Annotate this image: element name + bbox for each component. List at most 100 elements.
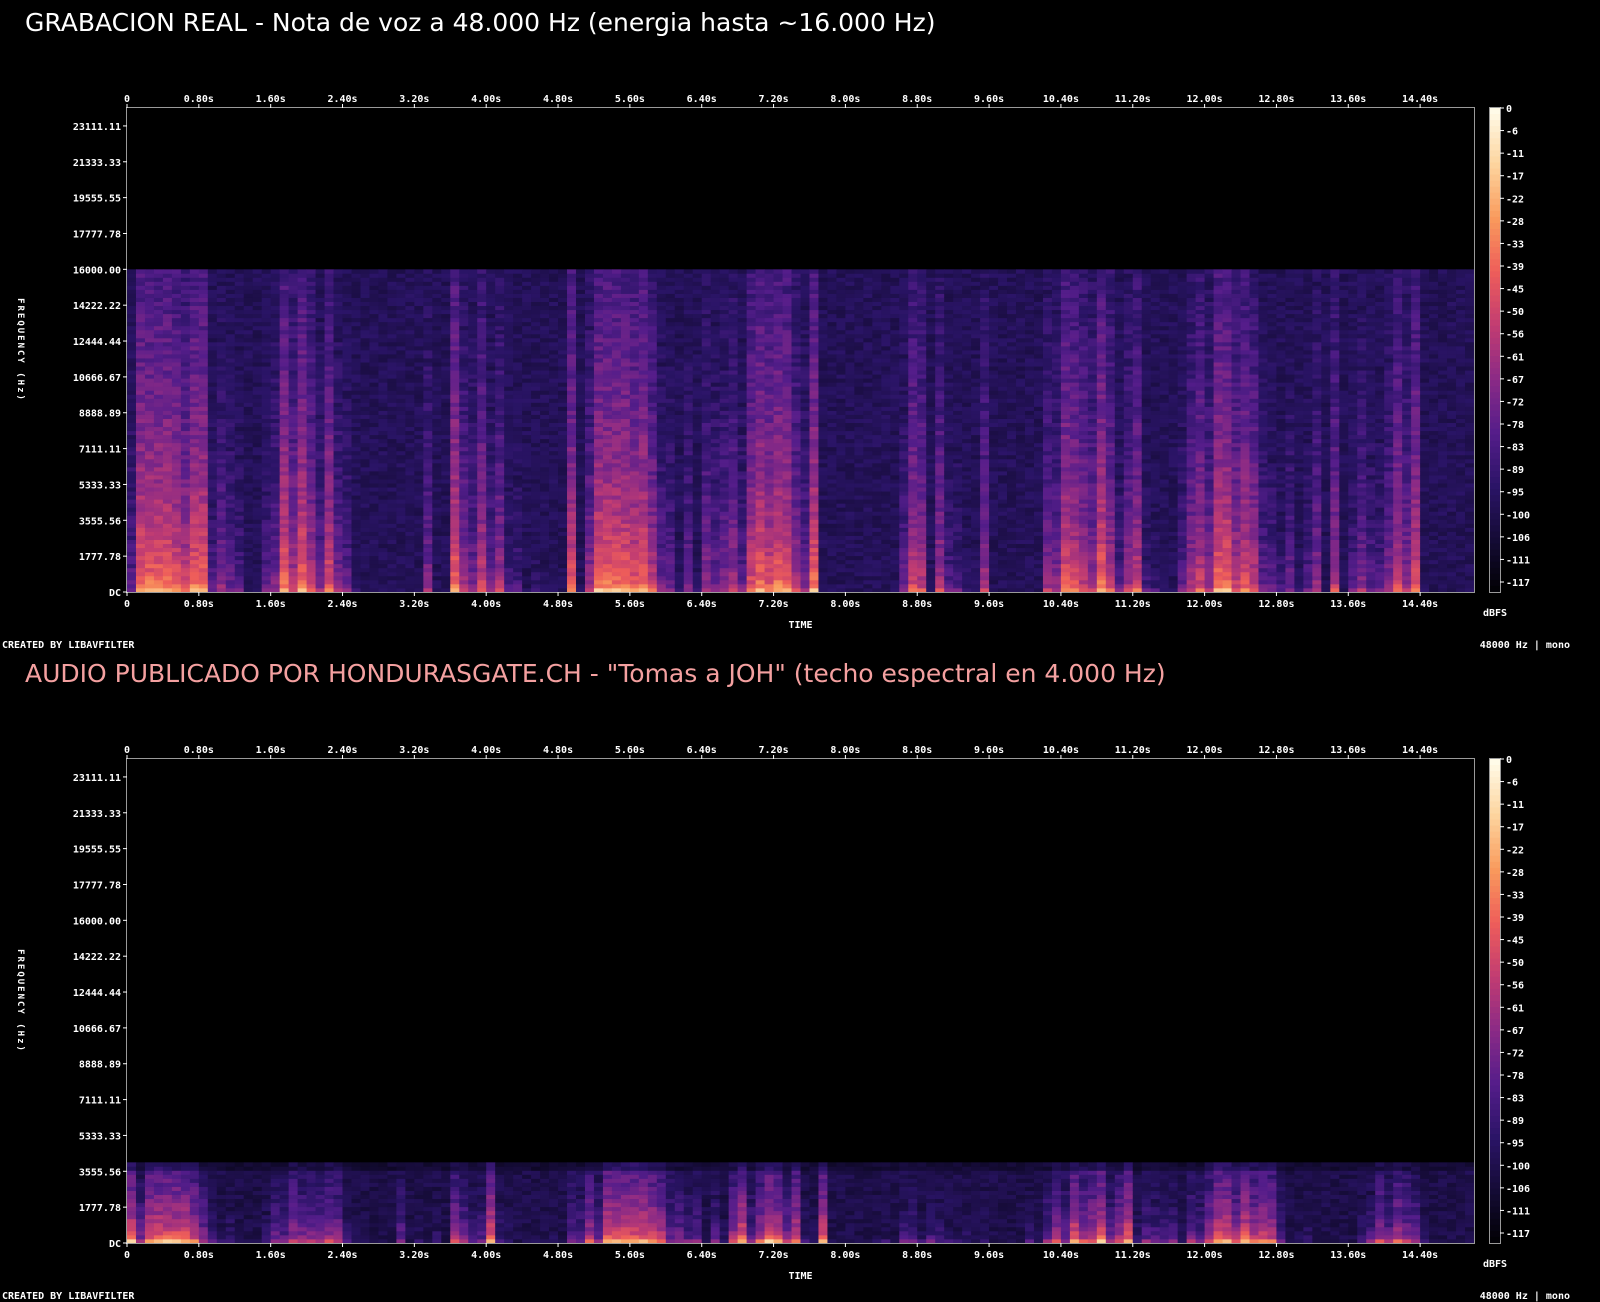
colorbar-tick-label: -56	[1506, 330, 1524, 341]
colorbar-tick-label: -106	[1506, 1184, 1530, 1195]
y-tick-label: 21333.33	[73, 158, 121, 169]
colorbar-tick-label: -22	[1506, 194, 1524, 205]
x-tick-label-bottom: 12.80s	[1258, 599, 1294, 610]
colorbar-tick-label: -56	[1506, 981, 1524, 992]
x-tick-label-bottom: 10.40s	[1043, 1250, 1079, 1261]
colorbar-tick-label: -95	[1506, 1139, 1524, 1150]
y-tick-label: 10666.67	[73, 373, 121, 384]
x-tick-label-bottom: 8.00s	[830, 1250, 860, 1261]
y-tick-label: 12444.44	[73, 988, 121, 999]
x-tick-label-top: 12.80s	[1258, 94, 1294, 105]
colorbar-tick-label: -72	[1506, 397, 1524, 408]
x-tick-label-bottom: 7.20s	[759, 599, 789, 610]
colorbar-tick-label: -111	[1506, 555, 1530, 566]
x-tick-label-top: 12.00s	[1187, 94, 1223, 105]
x-tick-label-bottom: 0	[124, 599, 130, 610]
colorbar-tick-label: -50	[1506, 307, 1524, 318]
colorbar-tick-label: -6	[1506, 127, 1518, 138]
x-tick-label-top: 2.40s	[327, 745, 357, 756]
y-tick-label: 16000.00	[73, 916, 121, 927]
x-tick-label-bottom: 12.00s	[1187, 1250, 1223, 1261]
colorbar-tick-label: -78	[1506, 420, 1524, 431]
x-tick-label-top: 10.40s	[1043, 745, 1079, 756]
footer-credit: CREATED BY LIBAVFILTER	[2, 640, 135, 651]
x-tick-label-top: 4.80s	[543, 94, 573, 105]
x-tick-label-top: 4.80s	[543, 745, 573, 756]
x-tick-label-bottom: 8.80s	[902, 599, 932, 610]
x-tick-label-bottom: 14.40s	[1402, 1250, 1438, 1261]
x-axis-label: TIME	[788, 1271, 812, 1282]
x-tick-label-bottom: 7.20s	[759, 1250, 789, 1261]
y-tick-label: 5333.33	[79, 480, 121, 491]
x-tick-label-top: 1.60s	[256, 745, 286, 756]
y-tick-label: 21333.33	[73, 809, 121, 820]
footer-audio-info: 48000 Hz | mono	[1480, 640, 1570, 651]
x-tick-label-bottom: 0.80s	[184, 599, 214, 610]
colorbar-tick-label: -22	[1506, 845, 1524, 856]
y-tick-label: 7111.11	[79, 445, 121, 456]
colorbar-tick-label: -11	[1506, 800, 1524, 811]
x-tick-label-top: 3.20s	[399, 745, 429, 756]
colorbar-tick-label: -78	[1506, 1071, 1524, 1082]
colorbar-tick-label: -17	[1506, 172, 1524, 183]
colorbar-tick-label: -33	[1506, 239, 1524, 250]
x-tick-label-bottom: 4.80s	[543, 599, 573, 610]
spectrogram-image	[127, 1162, 1475, 1244]
spectrogram-panel-published: AUDIO PUBLICADO POR HONDURASGATE.CH - "T…	[0, 651, 1600, 1302]
x-tick-label-bottom: 10.40s	[1043, 599, 1079, 610]
colorbar	[1490, 759, 1500, 1244]
x-tick-label-top: 8.80s	[902, 745, 932, 756]
colorbar-tick-label: -117	[1506, 1229, 1530, 1240]
x-tick-label-bottom: 0	[124, 1250, 130, 1261]
x-tick-label-top: 0.80s	[184, 745, 214, 756]
x-tick-label-top: 1.60s	[256, 94, 286, 105]
y-tick-label: 8888.89	[79, 1060, 121, 1071]
x-tick-label-bottom: 8.00s	[830, 599, 860, 610]
x-tick-label-top: 5.60s	[615, 745, 645, 756]
x-tick-label-bottom: 13.60s	[1330, 599, 1366, 610]
x-tick-label-top: 0	[124, 94, 130, 105]
x-tick-label-top: 12.80s	[1258, 745, 1294, 756]
y-tick-label: DC	[109, 1239, 121, 1250]
y-tick-label: 19555.55	[73, 845, 121, 856]
x-tick-label-bottom: 11.20s	[1115, 599, 1151, 610]
colorbar	[1490, 108, 1500, 593]
colorbar-tick-label: -89	[1506, 1116, 1524, 1127]
x-tick-label-bottom: 2.40s	[327, 599, 357, 610]
x-tick-label-bottom: 12.80s	[1258, 1250, 1294, 1261]
footer-credit: CREATED BY LIBAVFILTER	[2, 1291, 135, 1302]
y-tick-label: 8888.89	[79, 409, 121, 420]
x-tick-label-bottom: 5.60s	[615, 599, 645, 610]
x-tick-label-bottom: 6.40s	[687, 1250, 717, 1261]
colorbar-tick-label: -67	[1506, 375, 1524, 386]
x-tick-label-bottom: 14.40s	[1402, 599, 1438, 610]
colorbar-tick-label: -67	[1506, 1026, 1524, 1037]
y-tick-label: 1777.78	[79, 1203, 121, 1214]
colorbar-tick-label: -28	[1506, 868, 1524, 879]
y-tick-label: 17777.78	[73, 880, 121, 891]
x-tick-label-top: 14.40s	[1402, 94, 1438, 105]
colorbar-tick-label: -61	[1506, 352, 1524, 363]
x-tick-label-top: 2.40s	[327, 94, 357, 105]
x-tick-label-top: 4.00s	[471, 94, 501, 105]
colorbar-tick-label: -28	[1506, 217, 1524, 228]
colorbar-tick-label: -45	[1506, 285, 1524, 296]
x-tick-label-top: 0.80s	[184, 94, 214, 105]
x-tick-label-bottom: 9.60s	[974, 599, 1004, 610]
x-tick-label-top: 9.60s	[974, 94, 1004, 105]
x-axis-label: TIME	[788, 620, 812, 631]
x-tick-label-top: 8.00s	[830, 94, 860, 105]
colorbar-tick-label: -83	[1506, 443, 1524, 454]
y-tick-label: 7111.11	[79, 1096, 121, 1107]
x-tick-label-top: 14.40s	[1402, 745, 1438, 756]
x-tick-label-top: 7.20s	[759, 745, 789, 756]
x-tick-label-bottom: 4.00s	[471, 599, 501, 610]
y-tick-label: 12444.44	[73, 337, 121, 348]
x-tick-label-bottom: 0.80s	[184, 1250, 214, 1261]
colorbar-tick-label: -100	[1506, 510, 1530, 521]
colorbar-tick-label: 0	[1506, 755, 1512, 766]
x-tick-label-bottom: 1.60s	[256, 599, 286, 610]
colorbar-tick-label: -83	[1506, 1094, 1524, 1105]
x-tick-label-top: 9.60s	[974, 745, 1004, 756]
x-tick-label-bottom: 2.40s	[327, 1250, 357, 1261]
